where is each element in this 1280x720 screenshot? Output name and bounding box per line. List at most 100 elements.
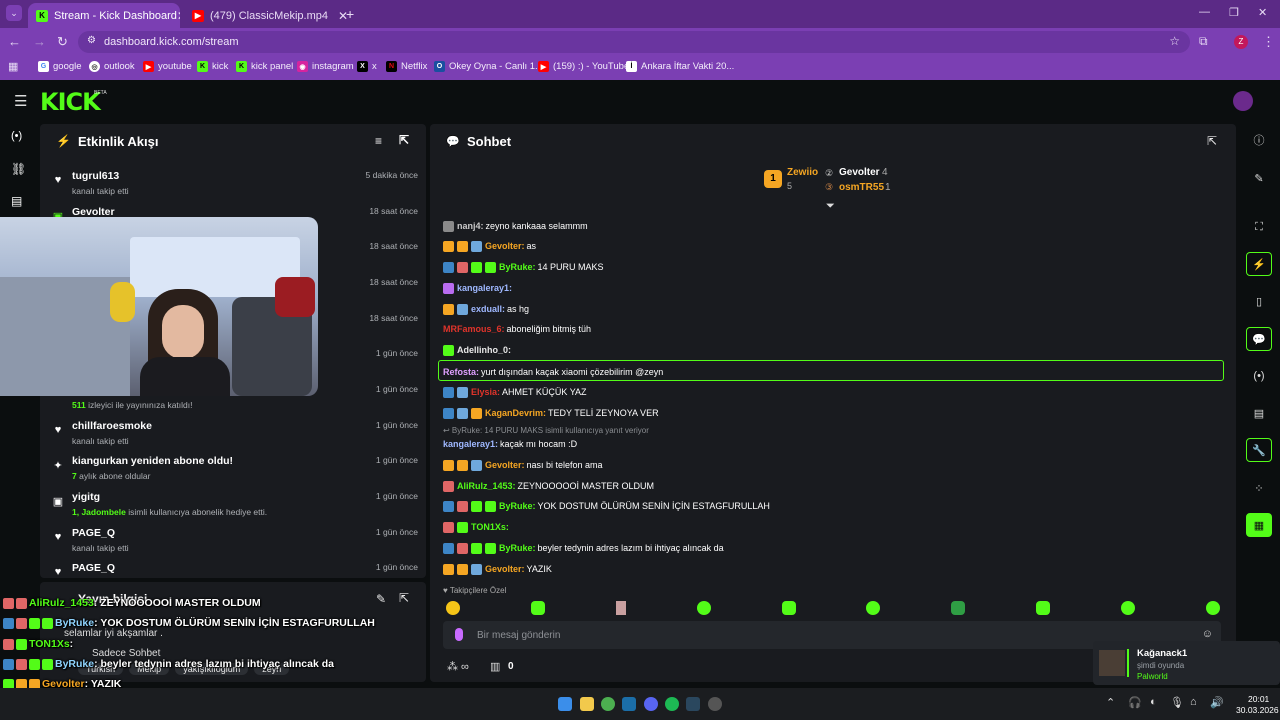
chat-username[interactable]: ByRuke:	[499, 501, 536, 511]
tab-close-icon[interactable]: ✕	[177, 9, 180, 23]
hamburger-menu-icon[interactable]: ☰	[14, 92, 27, 110]
mic-icon[interactable]	[455, 628, 463, 641]
chat-message[interactable]: ByRuke: beyler tedynin adres lazım bi iht…	[443, 540, 724, 556]
emote[interactable]	[696, 601, 711, 615]
bookmark-netflix[interactable]: N Netflix	[386, 61, 427, 72]
mic-tray-icon[interactable]: 🎙	[1170, 696, 1184, 709]
network-icon[interactable]: ⌂	[1190, 696, 1197, 708]
bookmark-ankara-iftar[interactable]: İ Ankara İftar Vakti 20...	[626, 61, 734, 72]
chat-message[interactable]: Gevolter: YAZIK	[443, 561, 552, 577]
bookmark-star-icon[interactable]: ☆	[1169, 34, 1180, 48]
clock-time[interactable]: 20:01	[1248, 694, 1269, 704]
steam-notification[interactable]: Kağanack1 şimdi oyunda Palworld	[1093, 641, 1280, 685]
top-chatter-1[interactable]: Zewiio	[787, 167, 818, 178]
collapse-icon[interactable]: ⏷	[826, 200, 835, 213]
emote[interactable]	[1205, 601, 1220, 615]
event-user[interactable]: kiangurkan yeniden abone oldu!	[72, 455, 233, 467]
back-icon[interactable]: ←	[8, 34, 21, 49]
chat-username[interactable]: Gevolter:	[485, 241, 525, 251]
emote[interactable]	[866, 601, 881, 615]
new-tab-button[interactable]: +	[346, 6, 354, 22]
menu-dots-icon[interactable]: ⋮	[1262, 34, 1275, 50]
bookmark-kick[interactable]: Kkick	[197, 61, 228, 72]
minimize-icon[interactable]: —	[1199, 6, 1210, 18]
top-chatter-2[interactable]: Gevolter	[839, 167, 880, 178]
tab-search-icon[interactable]: ⌄	[6, 5, 22, 21]
chat-username[interactable]: Refosta:	[443, 367, 479, 377]
bookmark-youtube[interactable]: ▶ youtube	[143, 61, 192, 72]
event-user[interactable]: PAGE_Q	[72, 562, 115, 574]
popout-icon[interactable]: ⇱	[1207, 134, 1217, 148]
link-icon[interactable]: ⛓	[11, 162, 26, 176]
chat-username[interactable]: Gevolter:	[485, 460, 525, 470]
popout-icon[interactable]: ⇱	[399, 591, 409, 605]
store-icon[interactable]: ▥	[490, 660, 500, 673]
volume-icon[interactable]: 🔊	[1210, 696, 1224, 709]
close-window-icon[interactable]: ✕	[1258, 6, 1267, 19]
printer-icon[interactable]: ▤	[1246, 401, 1272, 425]
edit-icon[interactable]: ✎	[376, 592, 386, 606]
top-chatter-3[interactable]: osmTR55	[839, 182, 884, 193]
spotify-icon[interactable]	[665, 697, 679, 711]
chat-message[interactable]: Gevolter: as	[443, 238, 536, 254]
bookmark-x[interactable]: Xx	[357, 61, 377, 72]
chat-username[interactable]: ByRuke:	[499, 262, 536, 272]
chat-message[interactable]: ByRuke: YOK DOSTUM ÖLÜRÜM SENİN İÇİN ESTA…	[443, 498, 770, 514]
bookmark-instagram[interactable]: ◉ instagram	[297, 61, 354, 72]
broadcast-icon[interactable]: (•)	[1246, 364, 1272, 388]
chat-message[interactable]: Elysia: AHMET KÜÇÜK YAZ	[443, 384, 587, 400]
settings-icon[interactable]	[708, 697, 722, 711]
broadcast-icon[interactable]: (•)	[11, 130, 22, 142]
document-icon[interactable]: ▯	[1246, 289, 1272, 313]
chat-message[interactable]: ByRuke: 14 PURU MAKS	[443, 259, 604, 275]
forward-icon[interactable]: →	[33, 34, 46, 49]
game-icon[interactable]: ▦	[1246, 513, 1272, 537]
chat-message[interactable]: kangaleray1: kaçak mı hocam :D	[443, 436, 577, 452]
windows-start-icon[interactable]	[558, 697, 572, 711]
emote[interactable]	[530, 601, 545, 615]
channel-points-icon[interactable]: ⁂ ∞	[447, 660, 469, 673]
kick-logo[interactable]: KICK	[40, 88, 101, 116]
emote[interactable]	[951, 601, 966, 615]
chat-icon[interactable]: 💬	[1246, 327, 1272, 351]
chat-message[interactable]: kangaleray1:	[443, 280, 514, 296]
maximize-icon[interactable]: ❐	[1229, 6, 1239, 19]
chat-username[interactable]: KaganDevrim:	[485, 408, 546, 418]
pencil-icon[interactable]: ✎	[1246, 166, 1272, 190]
profile-avatar[interactable]: Z	[1234, 35, 1248, 49]
event-user[interactable]: PAGE_Q	[72, 527, 115, 539]
emoji-icon[interactable]: ☺	[1202, 628, 1213, 640]
steam-tray-icon[interactable]: ◐	[1150, 696, 1157, 708]
chat-username[interactable]: Elysia:	[471, 387, 500, 397]
steam-app-icon[interactable]	[686, 697, 700, 711]
wrench-icon[interactable]: 🔧	[1246, 438, 1272, 462]
chat-message[interactable]: MRFamous_6: aboneliğim bitmiş tüh	[443, 321, 591, 337]
chat-message[interactable]: Adellinho_0:	[443, 342, 513, 358]
chat-username[interactable]: TON1Xs:	[471, 522, 509, 532]
site-info-icon[interactable]: ⚙	[87, 35, 96, 46]
clock-date[interactable]: 30.03.2026	[1236, 705, 1279, 715]
chat-username[interactable]: AliRulz_1453:	[457, 481, 516, 491]
extensions-icon[interactable]: ⧉	[1199, 34, 1208, 49]
chat-username[interactable]: exduall:	[471, 304, 505, 314]
bookmark-okey[interactable]: O Okey Oyna - Canlı 1...	[434, 61, 543, 72]
chat-message[interactable]: TON1Xs:	[443, 519, 511, 535]
user-avatar[interactable]	[1233, 91, 1253, 111]
popout-icon[interactable]: ⇱	[399, 133, 409, 147]
chat-message[interactable]: AliRulz_1453: ZEYNOOOOOİ MASTER OLDUM	[443, 478, 654, 494]
info-icon[interactable]: ⓘ	[1246, 128, 1272, 152]
share-icon[interactable]: ⁘	[1246, 476, 1272, 500]
emote[interactable]	[1036, 601, 1051, 615]
chat-message[interactable]: exduall: as hg	[443, 301, 529, 317]
chat-message[interactable]: KaganDevrim: TEDY TELİ ZEYNOYA VER	[443, 405, 659, 421]
filter-icon[interactable]: ≡	[375, 134, 382, 148]
chat-message[interactable]: Refosta: yurt dışından kaçak xiaomi çözeb…	[443, 364, 663, 380]
tab-kick-dashboard[interactable]: K Stream - Kick Dashboard ✕	[28, 3, 180, 28]
discord-icon[interactable]	[644, 697, 658, 711]
stats-icon[interactable]: ▤	[11, 194, 22, 208]
chat-message[interactable]: Gevolter: nası bi telefon ama	[443, 457, 603, 473]
bookmark-youtube-2[interactable]: ▶ (159) :) - YouTube	[538, 61, 629, 72]
lightning-icon[interactable]: ⚡	[1246, 252, 1272, 276]
emote[interactable]	[446, 601, 460, 615]
event-user[interactable]: yigitg	[72, 491, 100, 503]
